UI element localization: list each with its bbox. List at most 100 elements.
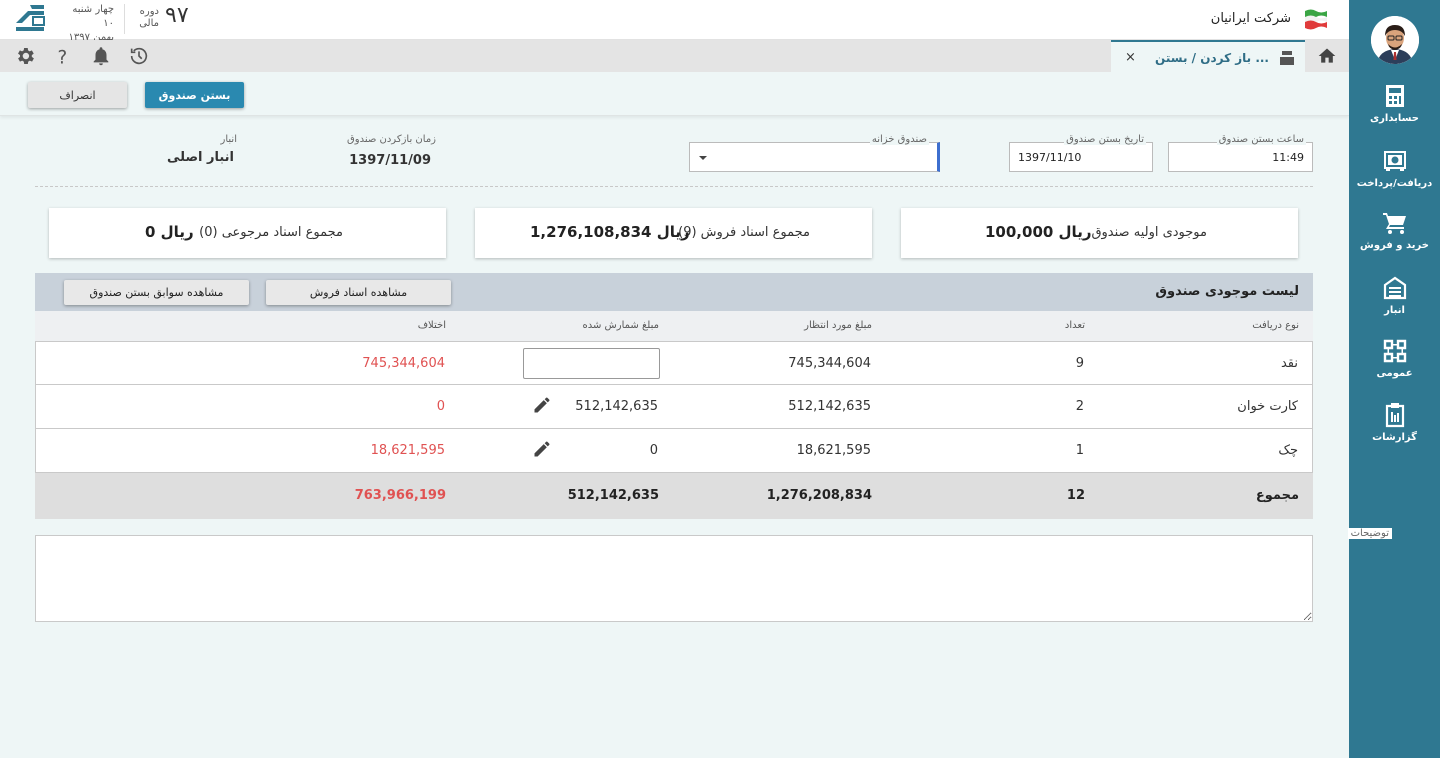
table-header: نوع دریافت تعداد مبلغ مورد انتظار مبلغ ش…	[35, 311, 1313, 341]
cell-count: 1	[1075, 443, 1084, 458]
iran-flag-icon	[1305, 9, 1327, 30]
cancel-button[interactable]: انصراف	[28, 82, 127, 108]
sidebar-item-label: دریافت/پرداخت	[1356, 178, 1433, 189]
view-close-history-button[interactable]: مشاهده سوابق بستن صندوق	[64, 280, 249, 305]
cell-expected: 18,621,595	[796, 443, 871, 458]
register-balance-list-header: لیست موجودی صندوق مشاهده اسناد فروش مشاه…	[35, 273, 1313, 311]
top-bar: چهار شنبه ۱۰ بهمن ۱۳۹۷ دوره مالی ۹۷ شرکت…	[0, 0, 1349, 43]
history-icon[interactable]	[128, 45, 150, 67]
cell-type: نقد	[1280, 356, 1298, 371]
cell-difference: 0	[436, 399, 445, 414]
total-difference: 763,966,199	[354, 488, 446, 503]
card-value: 100,000 ریال	[985, 223, 1092, 241]
table-row: کارت خوان 2 512,142,635 512,142,635 0	[35, 385, 1313, 429]
notes-textarea[interactable]	[35, 535, 1313, 622]
sidebar-item-general[interactable]: عمومی	[1349, 338, 1440, 379]
cash-register-icon	[1280, 51, 1294, 65]
close-time-input[interactable]	[1169, 143, 1312, 171]
cell-type: چک	[1278, 443, 1298, 458]
help-icon[interactable]: ?	[52, 45, 74, 67]
close-date-label: تاریخ بستن صندوق	[1064, 134, 1146, 145]
warehouse-value: انبار اصلی	[166, 150, 234, 165]
sidebar-item-label: گزارشات	[1372, 432, 1417, 443]
fiscal-period-label: دوره مالی	[137, 6, 159, 30]
close-time-field[interactable]	[1168, 142, 1313, 172]
fiscal-period-number[interactable]: ۹۷	[165, 3, 189, 28]
sidebar-item-buy-sell[interactable]: خرید و فروش	[1349, 210, 1440, 251]
card-label: مجموع اسناد مرجوعی (0)	[199, 225, 343, 240]
cell-expected: 512,142,635	[788, 399, 871, 414]
total-count: 12	[1066, 488, 1085, 503]
home-icon[interactable]	[1317, 46, 1337, 66]
tab-title: باز کردن / بستن ...	[1155, 51, 1269, 65]
cart-icon	[1382, 213, 1406, 234]
tab-open-close-register[interactable]: × باز کردن / بستن ...	[1111, 40, 1305, 72]
sidebar-item-warehouse[interactable]: انبار	[1349, 275, 1440, 316]
tab-bar: ? × باز کردن / بستن ...	[0, 40, 1349, 72]
sidebar-item-label: عمومی	[1376, 368, 1413, 379]
card-label: مجموع اسناد فروش (9)	[678, 225, 810, 240]
svg-text:?: ?	[58, 47, 68, 67]
sidebar-item-label: انبار	[1384, 305, 1405, 316]
card-value: 0 ریال	[145, 223, 194, 241]
right-sidebar: حسابداری دریافت/پرداخت خرید و فروش انبار…	[1349, 0, 1440, 758]
treasury-label: صندوق خزانه	[869, 134, 929, 145]
sidebar-item-receive-pay[interactable]: دریافت/پرداخت	[1349, 148, 1440, 189]
company-name[interactable]: شرکت ایرانیان	[1211, 11, 1291, 26]
total-label: مجموع	[1255, 488, 1299, 503]
close-date-field[interactable]	[1009, 142, 1153, 172]
period-label-line-2: مالی	[139, 18, 159, 29]
app-logo-icon	[16, 5, 45, 31]
col-type: نوع دریافت	[1252, 320, 1299, 331]
open-time-value: 1397/11/09	[349, 153, 431, 168]
cell-type: کارت خوان	[1237, 399, 1298, 414]
sidebar-item-accounting[interactable]: حسابداری	[1349, 83, 1440, 124]
cell-expected: 745,344,604	[788, 356, 871, 371]
table-row: نقد 9 745,344,604 745,344,604	[35, 341, 1313, 385]
date-line-weekday: چهار شنبه ۱۰	[72, 4, 114, 29]
sales-docs-card: مجموع اسناد فروش (9) 1,276,108,834 ریال	[475, 208, 872, 258]
cell-count: 9	[1075, 356, 1084, 371]
sidebar-item-label: خرید و فروش	[1360, 240, 1429, 251]
cell-count: 2	[1075, 399, 1084, 414]
col-difference: اختلاف	[417, 320, 446, 331]
gear-icon[interactable]	[14, 45, 36, 67]
initial-balance-card: موجودی اولیه صندوق 100,000 ریال	[901, 208, 1298, 258]
total-counted: 512,142,635	[567, 488, 659, 503]
bell-icon[interactable]	[90, 45, 112, 67]
counted-amount-input[interactable]	[523, 348, 660, 379]
current-date: چهار شنبه ۱۰ بهمن ۱۳۹۷	[62, 3, 114, 45]
sidebar-item-label: حسابداری	[1369, 113, 1420, 124]
tab-close-button[interactable]: ×	[1125, 50, 1136, 65]
user-avatar-icon	[1371, 16, 1419, 64]
edit-pencil-icon[interactable]	[532, 395, 552, 415]
dropdown-arrow-icon[interactable]	[698, 155, 708, 161]
col-count: تعداد	[1064, 320, 1085, 331]
warehouse-label: انبار	[220, 134, 237, 145]
table-total-row: مجموع 12 1,276,208,834 512,142,635 763,9…	[35, 473, 1313, 519]
reports-icon	[1385, 403, 1404, 428]
cell-difference: 745,344,604	[362, 356, 445, 371]
table-row: چک 1 18,621,595 0 18,621,595	[35, 429, 1313, 473]
list-title: لیست موجودی صندوق	[1155, 284, 1299, 299]
safe-icon	[1383, 151, 1406, 171]
notes-label: توضیحات	[1347, 528, 1392, 539]
general-icon	[1383, 339, 1406, 363]
open-time-label: زمان بازکردن صندوق	[346, 134, 436, 145]
edit-pencil-icon[interactable]	[532, 439, 552, 459]
card-label: موجودی اولیه صندوق	[1091, 225, 1207, 240]
treasury-select[interactable]	[689, 142, 940, 172]
close-register-button[interactable]: بستن صندوق	[145, 82, 244, 108]
view-sales-docs-button[interactable]: مشاهده اسناد فروش	[266, 280, 451, 305]
close-time-label: ساعت بستن صندوق	[1216, 134, 1306, 145]
cell-counted: 0	[649, 443, 658, 458]
close-date-input[interactable]	[1010, 143, 1152, 171]
divider	[124, 4, 125, 34]
return-docs-card: مجموع اسناد مرجوعی (0) 0 ریال	[49, 208, 446, 258]
total-expected: 1,276,208,834	[766, 488, 872, 503]
sidebar-item-reports[interactable]: گزارشات	[1349, 402, 1440, 443]
action-bar: بستن صندوق انصراف	[0, 72, 1349, 116]
cell-difference: 18,621,595	[370, 443, 445, 458]
col-expected: مبلغ مورد انتظار	[804, 320, 872, 331]
avatar[interactable]	[1371, 16, 1419, 64]
